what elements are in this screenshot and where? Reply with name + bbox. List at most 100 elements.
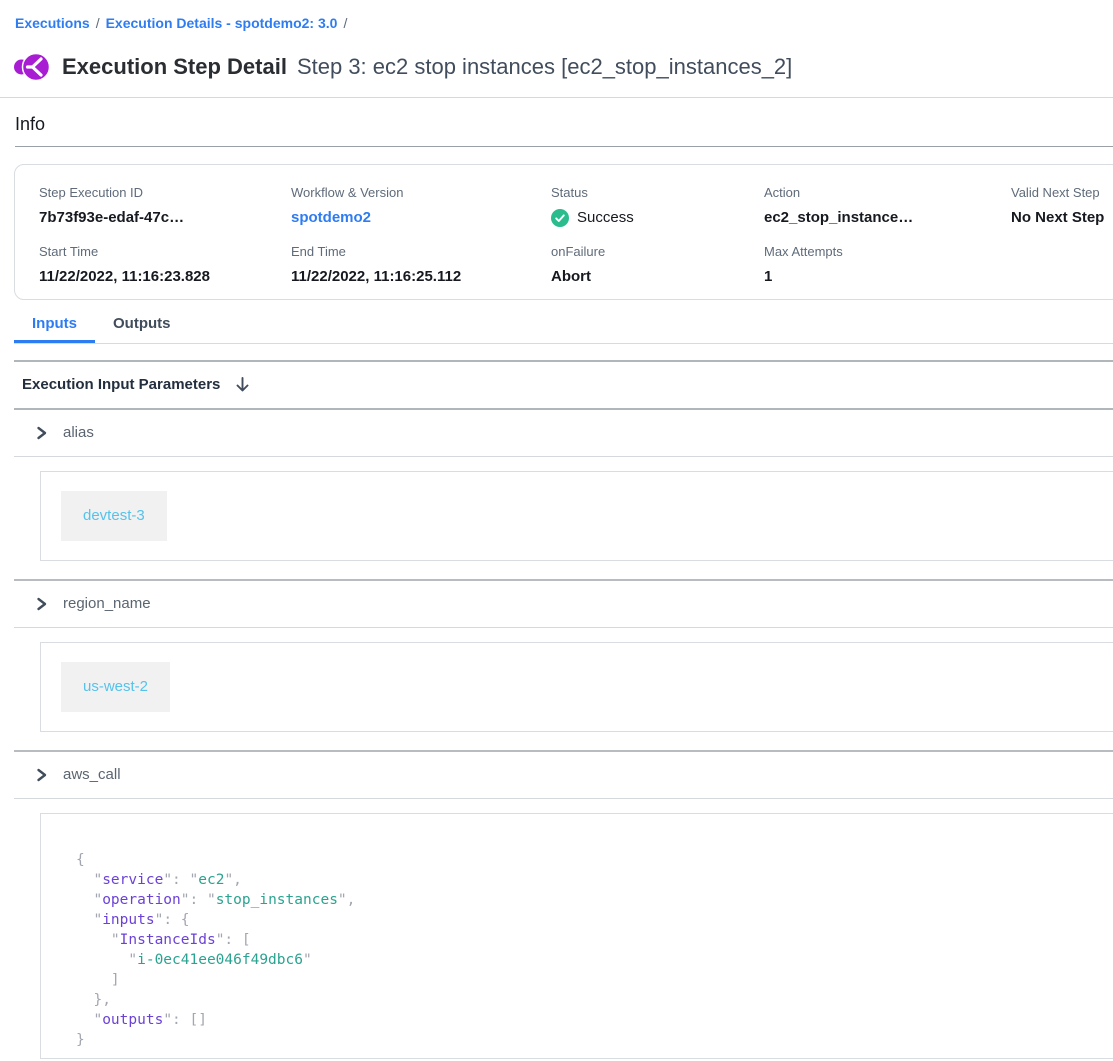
code-token: ": " — [163, 872, 198, 888]
field-value: No Next Step — [1011, 208, 1104, 228]
breadcrumb-link[interactable]: Execution Details - spotdemo2: 3.0 — [106, 15, 338, 31]
info-heading: Info — [15, 112, 1113, 136]
field-label: Action — [764, 185, 1011, 201]
field-label: Step Execution ID — [39, 185, 291, 201]
status-badge: Success — [551, 208, 764, 228]
code-token: " — [76, 1012, 102, 1028]
page-subtitle: Step 3: ec2 stop instances [ec2_stop_ins… — [297, 52, 792, 82]
field-label: Valid Next Step — [1011, 185, 1104, 201]
field-label: Workflow & Version — [291, 185, 551, 201]
section-panel-aws_call: { "service": "ec2", "operation": "stop_i… — [40, 813, 1113, 1059]
breadcrumb-separator: / — [343, 15, 347, 31]
code-token: operation — [102, 892, 181, 908]
code-token: stop_instances — [216, 892, 338, 908]
field-value: 11/22/2022, 11:16:25.112 — [291, 267, 551, 287]
code-line: "InstanceIds": [ — [76, 930, 1100, 950]
field-label: End Time — [291, 244, 551, 260]
code-line: "i-0ec41ee046f49dbc6" — [76, 950, 1100, 970]
code-line: "operation": "stop_instances", — [76, 890, 1100, 910]
code-token: { — [76, 852, 85, 868]
tab-bar: InputsOutputs — [14, 314, 1113, 344]
code-token: ", — [224, 872, 241, 888]
info-field: Max Attempts 1 — [764, 244, 1011, 287]
breadcrumb-link[interactable]: Executions — [15, 15, 90, 31]
arrow-down-icon[interactable] — [234, 376, 251, 394]
code-token: " — [76, 872, 102, 888]
field-value: ec2_stop_instance… — [764, 208, 1011, 228]
code-token: } — [76, 1032, 85, 1048]
section-panel-alias: devtest-3 — [40, 471, 1113, 561]
code-token: ", — [338, 892, 355, 908]
field-value: 11/22/2022, 11:16:23.828 — [39, 267, 291, 287]
code-token: ec2 — [198, 872, 224, 888]
breadcrumb-separator: / — [96, 15, 100, 31]
code-token: " — [76, 952, 137, 968]
field-value: 7b73f93e-edaf-47c… — [39, 208, 291, 228]
code-token: ": [ — [216, 932, 251, 948]
code-token: outputs — [102, 1012, 163, 1028]
field-label: Start Time — [39, 244, 291, 260]
info-field: Action ec2_stop_instance… — [764, 185, 1011, 228]
tab-outputs[interactable]: Outputs — [95, 314, 189, 343]
info-field: Workflow & Version spotdemo2 — [291, 185, 551, 228]
value-chip: us-west-2 — [61, 662, 170, 712]
json-code-block: { "service": "ec2", "operation": "stop_i… — [76, 850, 1100, 1050]
code-line: { — [76, 850, 1100, 870]
parameter-sections: alias devtest-3 region_name us-west-2 aws_ca… — [0, 410, 1113, 1059]
code-token: " — [76, 912, 102, 928]
code-token: }, — [76, 992, 111, 1008]
status-text: Success — [577, 208, 634, 228]
section-label: region_name — [63, 594, 151, 614]
section-panel-region_name: us-west-2 — [40, 642, 1113, 732]
divider-title — [0, 97, 1113, 98]
section-row-region_name[interactable]: region_name — [14, 581, 1113, 628]
code-line: "inputs": { — [76, 910, 1100, 930]
info-card: Step Execution ID 7b73f93e-edaf-47c…Workf… — [14, 164, 1113, 300]
code-token: service — [102, 872, 163, 888]
workflow-version-link[interactable]: spotdemo2 — [291, 208, 551, 228]
params-title: Execution Input Parameters — [22, 375, 220, 395]
value-chip: devtest-3 — [61, 491, 167, 541]
chevron-right-icon[interactable] — [34, 767, 49, 783]
code-token: " — [76, 892, 102, 908]
section-label: aws_call — [63, 765, 121, 785]
code-token: ": [] — [163, 1012, 207, 1028]
code-token: " — [303, 952, 312, 968]
breadcrumb: Executions / Execution Details - spotdemo2… — [15, 14, 1113, 32]
code-token: i-0ec41ee046f49dbc6 — [137, 952, 303, 968]
field-value: Abort — [551, 267, 764, 287]
info-field: End Time 11/22/2022, 11:16:25.112 — [291, 244, 551, 287]
field-value: 1 — [764, 267, 1011, 287]
info-field: Valid Next Step No Next Step — [1011, 185, 1104, 228]
success-check-icon — [551, 209, 569, 227]
field-label: Max Attempts — [764, 244, 1011, 260]
code-line: "service": "ec2", — [76, 870, 1100, 890]
code-token: " — [76, 932, 120, 948]
code-token: ": " — [181, 892, 216, 908]
code-token: ] — [76, 972, 120, 988]
workflow-logo-icon — [14, 52, 50, 82]
section-row-alias[interactable]: alias — [14, 410, 1113, 457]
page-title: Execution Step Detail — [62, 52, 287, 82]
tab-inputs[interactable]: Inputs — [14, 314, 95, 343]
chevron-right-icon[interactable] — [34, 596, 49, 612]
page-header: Execution Step Detail Step 3: ec2 stop i… — [14, 50, 1113, 84]
divider-info — [15, 146, 1113, 147]
chevron-right-icon[interactable] — [34, 425, 49, 441]
info-field: onFailure Abort — [551, 244, 764, 287]
field-label: onFailure — [551, 244, 764, 260]
params-header: Execution Input Parameters — [0, 362, 1113, 408]
info-field: Step Execution ID 7b73f93e-edaf-47c… — [39, 185, 291, 228]
code-line: }, — [76, 990, 1100, 1010]
code-line: ] — [76, 970, 1100, 990]
info-field: Start Time 11/22/2022, 11:16:23.828 — [39, 244, 291, 287]
field-label: Status — [551, 185, 764, 201]
info-field: Status Success — [551, 185, 764, 228]
section-label: alias — [63, 423, 94, 443]
code-token: ": { — [155, 912, 190, 928]
code-token: InstanceIds — [120, 932, 216, 948]
code-line: "outputs": [] — [76, 1010, 1100, 1030]
section-row-aws_call[interactable]: aws_call — [14, 752, 1113, 799]
code-line: } — [76, 1030, 1100, 1050]
code-token: inputs — [102, 912, 154, 928]
